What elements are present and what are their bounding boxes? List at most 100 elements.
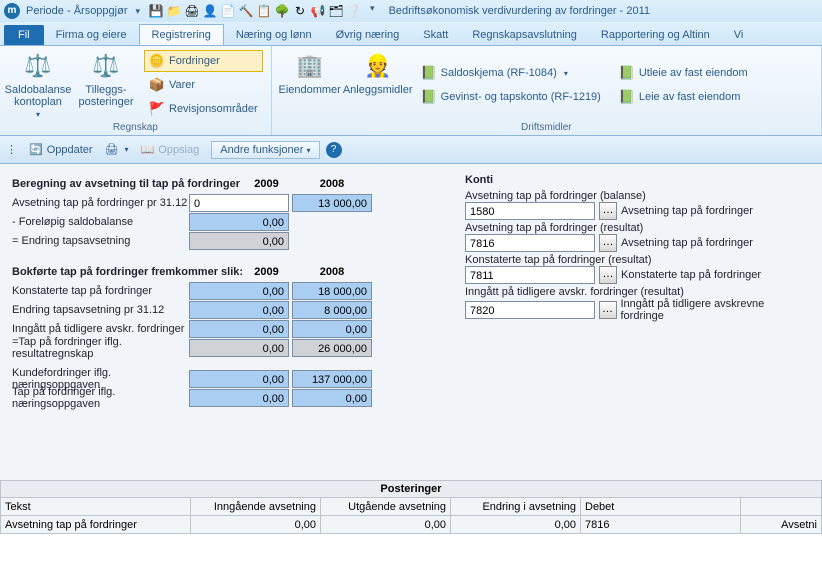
- saldoskjema-button[interactable]: 📗Saldoskjema (RF-1084)▾: [416, 62, 606, 84]
- konto-resultat-input[interactable]: 7816: [465, 234, 595, 252]
- cell: 0,00: [189, 301, 289, 319]
- tab-firma[interactable]: Firma og eiere: [44, 25, 139, 45]
- col-extra[interactable]: [741, 498, 822, 516]
- form-icon: 📗: [619, 65, 635, 81]
- cell-debet: 7816: [581, 516, 741, 534]
- chevron-down-icon[interactable]: ▾: [125, 145, 129, 154]
- list-icon[interactable]: 📋: [256, 3, 272, 19]
- chevron-down-icon: ▾: [306, 146, 310, 155]
- fordringer-button[interactable]: 🪙Fordringer: [144, 50, 263, 72]
- window-title: Bedriftsøkonomisk verdivurdering av ford…: [389, 5, 650, 17]
- cards-icon[interactable]: 🗂: [328, 3, 344, 19]
- konto-inngatt-input[interactable]: 7820: [465, 301, 595, 319]
- period-selector[interactable]: Periode - Årsoppgjør: [26, 5, 128, 17]
- tab-rapportering[interactable]: Rapportering og Altinn: [589, 25, 722, 45]
- konti-heading: Konti: [465, 174, 810, 186]
- megaphone-icon[interactable]: 📢: [310, 3, 326, 19]
- col-inn[interactable]: Inngående avsetning: [191, 498, 321, 516]
- tree-icon[interactable]: 🌳: [274, 3, 290, 19]
- col-end[interactable]: Endring i avsetning: [451, 498, 581, 516]
- building-icon: 🏢: [294, 50, 326, 82]
- tab-file[interactable]: Fil: [4, 25, 44, 45]
- form-icon: 📗: [619, 89, 635, 105]
- label: Tap på fordringer iflg. næringsoppgaven: [12, 386, 189, 410]
- cell: 0,00: [189, 389, 289, 407]
- posteringer-grid[interactable]: Tekst Inngående avsetning Utgående avset…: [0, 497, 822, 534]
- ribbon-group-regnskap: ⚖️ Saldobalanse kontoplan ▾ ⚖️ Tilleggs-…: [0, 46, 272, 135]
- eiendommer-button[interactable]: 🏢 Eiendommer: [280, 50, 340, 120]
- help-icon[interactable]: ?: [326, 142, 342, 158]
- label: Leie av fast eiendom: [639, 91, 741, 103]
- balance-icon: ⚖️: [22, 50, 54, 82]
- grid-row[interactable]: Avsetning tap på fordringer 0,00 0,00 0,…: [1, 516, 822, 534]
- tilleggsposteringer-button[interactable]: ⚖️ Tilleggs-posteringer: [76, 50, 136, 120]
- cell: 8 000,00: [292, 301, 372, 319]
- lookup-button[interactable]: …: [599, 266, 617, 284]
- label: Saldobalanse kontoplan: [5, 84, 72, 108]
- col-debet[interactable]: Debet: [581, 498, 741, 516]
- group-label: Regnskap: [8, 122, 263, 133]
- folder-icon[interactable]: 📁: [166, 3, 182, 19]
- lookup-button[interactable]: …: [599, 202, 617, 220]
- tab-vi[interactable]: Vi: [722, 25, 756, 45]
- chevron-down-icon[interactable]: ▾: [136, 6, 141, 17]
- saldobalanse-button[interactable]: ⚖️ Saldobalanse kontoplan ▾: [8, 50, 68, 120]
- title-bar: m Periode - Årsoppgjør ▾ 💾 📁 🖨 👤 📄 🔨 📋 🌳…: [0, 0, 822, 22]
- chevron-down-icon[interactable]: ▾: [370, 3, 375, 19]
- tab-ovrig[interactable]: Øvrig næring: [324, 25, 412, 45]
- tab-skatt[interactable]: Skatt: [411, 25, 460, 45]
- sheet-icon[interactable]: 📄: [220, 3, 236, 19]
- tab-naering[interactable]: Næring og lønn: [224, 25, 324, 45]
- label: =Tap på fordringer iflg. resultatregnska…: [12, 336, 189, 360]
- avsetning-2008: 13 000,00: [292, 194, 372, 212]
- save-icon[interactable]: 💾: [148, 3, 164, 19]
- leie-button[interactable]: 📗 Leie av fast eiendom: [614, 86, 753, 108]
- label: Fordringer: [169, 55, 220, 67]
- hammer-icon[interactable]: 🔨: [238, 3, 254, 19]
- user-icon[interactable]: 👤: [202, 3, 218, 19]
- cell-ut: 0,00: [321, 516, 451, 534]
- lookup-button[interactable]: …: [599, 234, 617, 252]
- cell-last: Avsetni: [741, 516, 822, 534]
- utleie-button[interactable]: 📗 Utleie av fast eiendom: [614, 62, 753, 84]
- avsetning-2009-input[interactable]: 0: [189, 194, 289, 212]
- tab-regnskap[interactable]: Regnskapsavslutning: [460, 25, 589, 45]
- oppdater-button[interactable]: 🔄Oppdater: [23, 141, 99, 158]
- handle-icon: ⋮: [6, 143, 17, 156]
- lookup-button[interactable]: …: [599, 301, 617, 319]
- tab-registrering[interactable]: Registrering: [139, 24, 224, 45]
- cell: 0,00: [189, 282, 289, 300]
- label: Varer: [169, 79, 195, 91]
- cell: 0,00: [292, 389, 372, 407]
- col-ut[interactable]: Utgående avsetning: [321, 498, 451, 516]
- revisjon-button[interactable]: 🚩Revisjonsområder: [144, 98, 263, 120]
- col-tekst[interactable]: Tekst: [1, 498, 191, 516]
- andre-funksjoner-combo[interactable]: Andre funksjoner ▾: [211, 141, 319, 159]
- print-icon[interactable]: 🖨: [184, 3, 200, 19]
- konto-balanse-input[interactable]: 1580: [465, 202, 595, 220]
- varer-button[interactable]: 📦 Varer: [144, 74, 263, 96]
- field-label: Avsetning tap på fordringer (balanse): [465, 190, 810, 202]
- label: - Foreløpig saldobalanse: [12, 216, 189, 228]
- sub-toolbar: ⋮ 🔄Oppdater 🖨▾ 📖Oppslag Andre funksjoner…: [0, 136, 822, 164]
- label: Saldoskjema (RF-1084): [441, 67, 557, 79]
- app-logo-icon: m: [4, 3, 20, 19]
- box-icon: 📦: [149, 77, 165, 93]
- year-2009: 2009: [244, 263, 289, 281]
- anleggsmidler-button[interactable]: 👷 Anleggsmidler: [348, 50, 408, 120]
- print-icon[interactable]: 🖨: [105, 143, 119, 156]
- grid-title: Posteringer: [0, 480, 822, 497]
- main-content: Beregning av avsetning til tap på fordri…: [0, 164, 822, 480]
- calc-subheading: Bokførte tap på fordringer fremkommer sl…: [12, 266, 244, 278]
- refresh-icon[interactable]: ↻: [292, 3, 308, 19]
- form-icon: 📗: [421, 89, 437, 105]
- konti-panel: Konti Avsetning tap på fordringer (balan…: [465, 174, 810, 480]
- konto-konstaterte-input[interactable]: 7811: [465, 266, 595, 284]
- year-2009: 2009: [244, 175, 289, 193]
- label: Utleie av fast eiendom: [639, 67, 748, 79]
- cell-inn: 0,00: [191, 516, 321, 534]
- gevinst-button[interactable]: 📗Gevinst- og tapskonto (RF-1219): [416, 86, 606, 108]
- grid-header: Tekst Inngående avsetning Utgående avset…: [1, 498, 822, 516]
- help-icon[interactable]: ❔: [346, 3, 362, 19]
- cell-tekst: Avsetning tap på fordringer: [1, 516, 191, 534]
